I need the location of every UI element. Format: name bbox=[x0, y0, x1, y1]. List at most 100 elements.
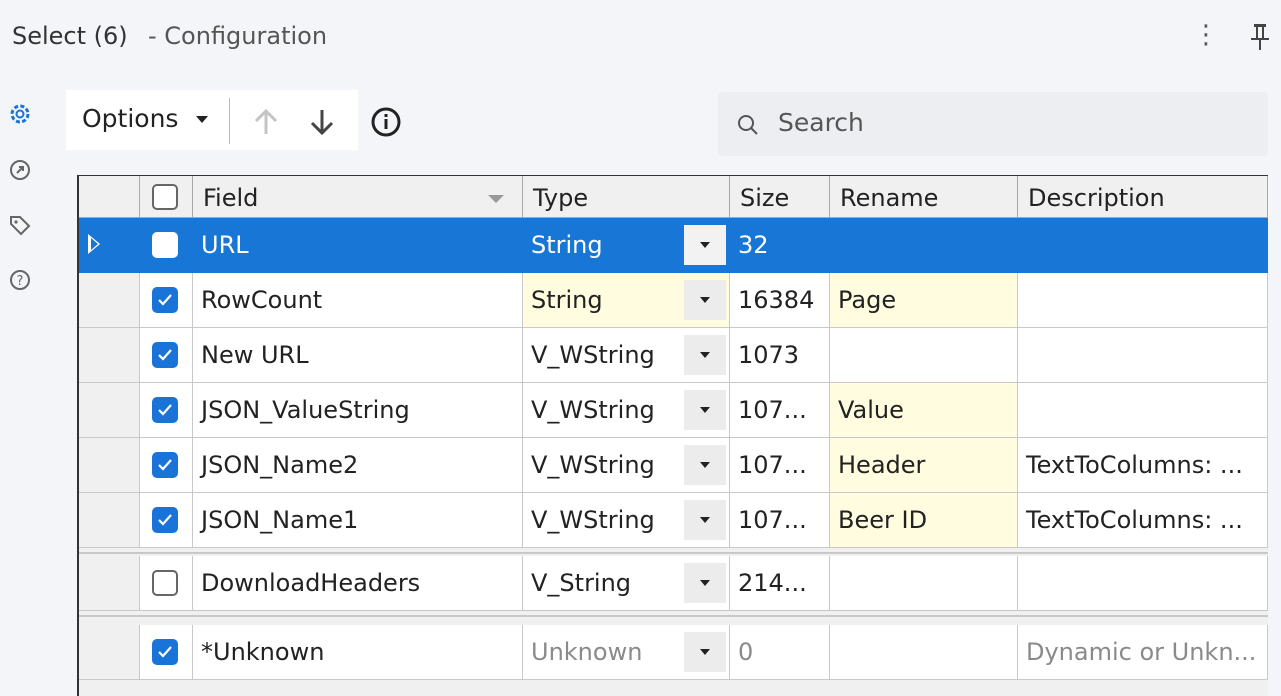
search-input[interactable]: Search bbox=[778, 108, 864, 137]
rename-field[interactable] bbox=[830, 625, 1018, 680]
row-header[interactable] bbox=[79, 625, 140, 680]
size-value[interactable]: 1073 bbox=[730, 328, 830, 383]
window-subtitle: - Configuration bbox=[148, 22, 328, 50]
table-row[interactable]: RowCount String 16384 Page bbox=[79, 273, 1268, 328]
row-header-corner bbox=[79, 176, 140, 218]
select-all-checkbox[interactable] bbox=[152, 184, 178, 210]
move-down-icon[interactable] bbox=[304, 104, 340, 140]
rename-field[interactable]: Header bbox=[830, 438, 1018, 493]
chevron-down-icon bbox=[700, 242, 710, 248]
description-field[interactable]: TextToColumns: ... bbox=[1018, 438, 1268, 493]
field-name: JSON_Name1 bbox=[193, 493, 523, 548]
type-dropdown-button[interactable] bbox=[684, 563, 726, 603]
column-header-type[interactable]: Type bbox=[523, 176, 730, 218]
check-icon bbox=[158, 404, 172, 416]
row-header[interactable] bbox=[79, 383, 140, 438]
table-row[interactable]: JSON_Name1 V_WString 107... Beer ID Text… bbox=[79, 493, 1268, 548]
column-header-description[interactable]: Description bbox=[1018, 176, 1268, 218]
table-row[interactable]: *Unknown Unknown 0 Dynamic or Unkn... bbox=[79, 625, 1268, 680]
column-header-rename[interactable]: Rename bbox=[830, 176, 1018, 218]
size-value[interactable]: 107... bbox=[730, 383, 830, 438]
rename-field[interactable]: Page bbox=[830, 273, 1018, 328]
table-row[interactable]: DownloadHeaders V_String 214... bbox=[79, 556, 1268, 611]
type-dropdown-button[interactable] bbox=[684, 632, 726, 672]
row-checkbox[interactable] bbox=[152, 570, 178, 596]
description-field[interactable] bbox=[1018, 273, 1268, 328]
move-up-icon[interactable] bbox=[248, 104, 284, 140]
type-dropdown-button[interactable] bbox=[684, 225, 726, 265]
row-checkbox[interactable] bbox=[152, 342, 178, 368]
size-value[interactable]: 32 bbox=[730, 218, 830, 273]
rename-field[interactable] bbox=[830, 328, 1018, 383]
field-name: RowCount bbox=[193, 273, 523, 328]
tag-icon[interactable] bbox=[7, 212, 33, 238]
help-icon[interactable]: ? bbox=[7, 267, 33, 293]
check-icon bbox=[158, 459, 172, 471]
description-field[interactable] bbox=[1018, 556, 1268, 611]
row-header[interactable] bbox=[79, 438, 140, 493]
table-row[interactable]: New URL V_WString 1073 bbox=[79, 328, 1268, 383]
rename-field[interactable] bbox=[830, 556, 1018, 611]
toolbar-divider bbox=[229, 98, 230, 144]
chevron-down-icon bbox=[700, 462, 710, 468]
options-menu[interactable]: Options bbox=[82, 104, 178, 133]
description-field[interactable]: TextToColumns: ... bbox=[1018, 493, 1268, 548]
field-name: *Unknown bbox=[193, 625, 523, 680]
column-header-field[interactable]: Field bbox=[193, 176, 523, 218]
gear-icon[interactable] bbox=[7, 101, 33, 127]
check-icon bbox=[158, 514, 172, 526]
field-name: JSON_ValueString bbox=[193, 383, 523, 438]
type-dropdown-button[interactable] bbox=[684, 335, 726, 375]
rename-field[interactable]: Beer ID bbox=[830, 493, 1018, 548]
rename-field[interactable]: Value bbox=[830, 383, 1018, 438]
description-field[interactable] bbox=[1018, 383, 1268, 438]
search-icon bbox=[738, 115, 758, 135]
row-checkbox[interactable] bbox=[152, 397, 178, 423]
row-checkbox[interactable] bbox=[152, 639, 178, 665]
row-checkbox[interactable] bbox=[152, 452, 178, 478]
description-field[interactable] bbox=[1018, 218, 1268, 273]
pin-icon[interactable] bbox=[1248, 22, 1272, 52]
info-icon[interactable] bbox=[368, 104, 404, 140]
column-header-size[interactable]: Size bbox=[730, 176, 830, 218]
svg-text:?: ? bbox=[17, 274, 24, 289]
more-options-icon[interactable]: ⋮ bbox=[1193, 20, 1219, 50]
type-dropdown-button[interactable] bbox=[684, 390, 726, 430]
type-dropdown-button[interactable] bbox=[684, 280, 726, 320]
table-row[interactable]: JSON_Name2 V_WString 107... Header TextT… bbox=[79, 438, 1268, 493]
check-icon bbox=[158, 646, 172, 658]
size-value[interactable]: 0 bbox=[730, 625, 830, 680]
row-checkbox[interactable] bbox=[152, 232, 178, 258]
chevron-down-icon bbox=[700, 649, 710, 655]
table-row[interactable]: JSON_ValueString V_WString 107... Value bbox=[79, 383, 1268, 438]
description-field[interactable] bbox=[1018, 328, 1268, 383]
field-name: URL bbox=[193, 218, 523, 273]
chevron-down-icon bbox=[700, 517, 710, 523]
chevron-down-icon bbox=[700, 352, 710, 358]
chevron-down-icon bbox=[700, 407, 710, 413]
size-value[interactable]: 214... bbox=[730, 556, 830, 611]
chevron-down-icon bbox=[700, 580, 710, 586]
chevron-down-icon[interactable] bbox=[196, 116, 208, 123]
group-separator bbox=[79, 552, 1268, 554]
size-value[interactable]: 107... bbox=[730, 438, 830, 493]
row-header[interactable] bbox=[79, 273, 140, 328]
table-row[interactable]: URL String 32 bbox=[79, 218, 1268, 273]
rename-field[interactable] bbox=[830, 218, 1018, 273]
size-value[interactable]: 107... bbox=[730, 493, 830, 548]
row-header[interactable] bbox=[79, 493, 140, 548]
type-dropdown-button[interactable] bbox=[684, 500, 726, 540]
row-checkbox[interactable] bbox=[152, 507, 178, 533]
row-checkbox[interactable] bbox=[152, 287, 178, 313]
description-field[interactable]: Dynamic or Unkn... bbox=[1018, 625, 1268, 680]
size-value[interactable]: 16384 bbox=[730, 273, 830, 328]
chevron-down-icon bbox=[700, 297, 710, 303]
row-header[interactable] bbox=[79, 556, 140, 611]
group-separator bbox=[79, 615, 1268, 617]
row-header[interactable] bbox=[79, 328, 140, 383]
current-row-icon-inner bbox=[91, 238, 98, 250]
check-icon bbox=[158, 349, 172, 361]
type-dropdown-button[interactable] bbox=[684, 445, 726, 485]
arrow-circle-icon[interactable] bbox=[7, 157, 33, 183]
sort-caret-icon[interactable] bbox=[488, 195, 504, 203]
